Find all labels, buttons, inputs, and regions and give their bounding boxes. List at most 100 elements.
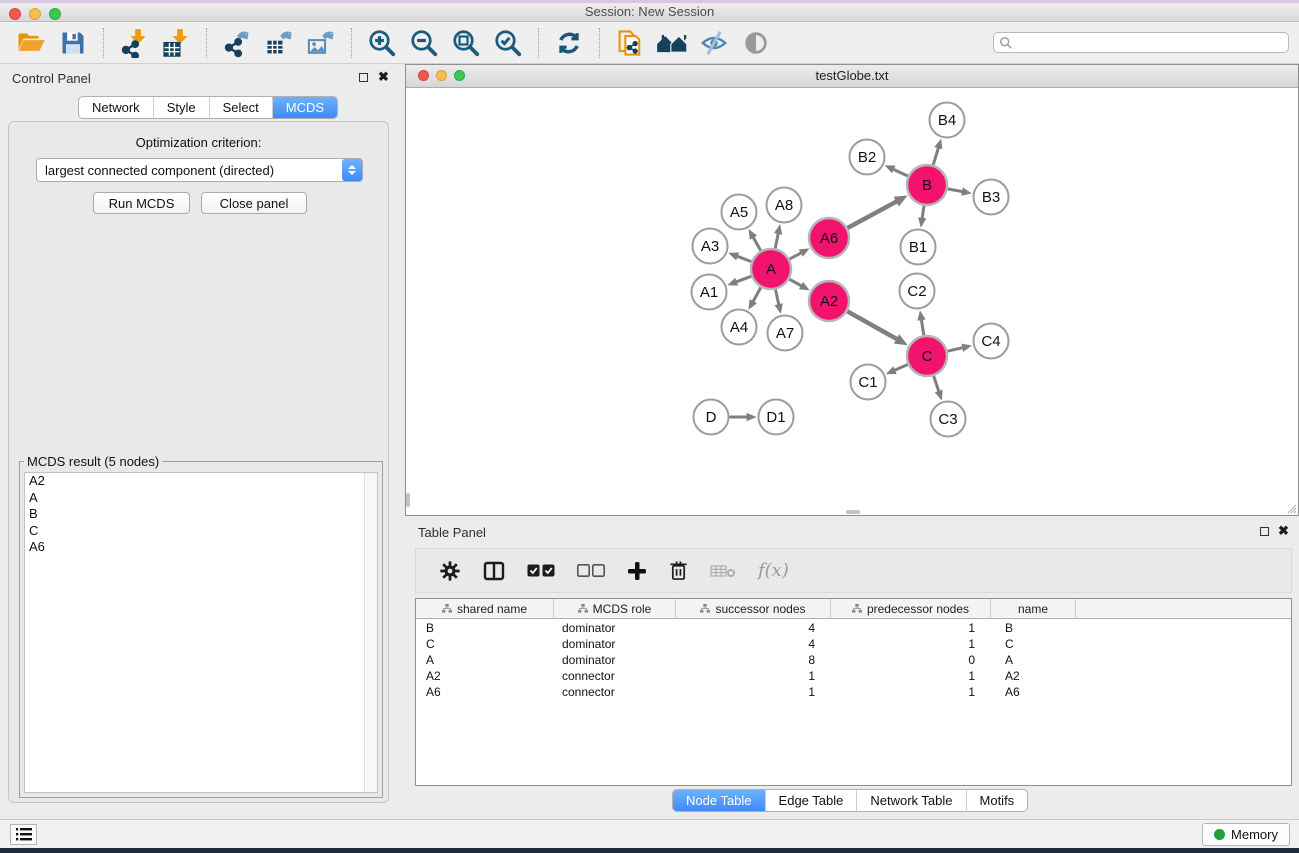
- table-cell[interactable]: 1: [831, 620, 991, 636]
- deselect-all-icon[interactable]: [577, 556, 605, 586]
- table-row[interactable]: A6connector11A6: [416, 684, 1291, 700]
- tab-select[interactable]: Select: [209, 97, 272, 118]
- table-cell[interactable]: 1: [676, 684, 831, 700]
- graph-edge[interactable]: [790, 252, 803, 259]
- tab-node-table[interactable]: Node Table: [673, 790, 765, 811]
- table-cell[interactable]: A6: [416, 684, 554, 700]
- table-row[interactable]: Adominator80A: [416, 652, 1291, 668]
- graphics-details-icon[interactable]: [740, 27, 772, 59]
- graph-node-B1[interactable]: B1: [901, 230, 936, 265]
- column-header-successor-nodes[interactable]: successor nodes: [676, 599, 831, 618]
- table-cell[interactable]: dominator: [554, 652, 676, 668]
- graph-edge[interactable]: [892, 169, 908, 176]
- function-builder-icon[interactable]: f(x): [758, 556, 789, 586]
- graph-edge[interactable]: [933, 146, 939, 165]
- open-session-icon[interactable]: [15, 27, 47, 59]
- hide-annotations-icon[interactable]: [698, 27, 730, 59]
- graph-edge[interactable]: [922, 206, 924, 220]
- graph-node-A8[interactable]: A8: [767, 188, 802, 223]
- result-item[interactable]: B: [25, 506, 377, 523]
- graph-node-C3[interactable]: C3: [931, 402, 966, 437]
- table-cell[interactable]: A6: [991, 684, 1076, 700]
- graph-node-A7[interactable]: A7: [768, 316, 803, 351]
- home-icon[interactable]: [656, 27, 688, 59]
- select-all-icon[interactable]: [527, 556, 555, 586]
- graph-node-D1[interactable]: D1: [759, 400, 794, 435]
- table-cell[interactable]: A2: [416, 668, 554, 684]
- graph-node-D[interactable]: D: [694, 400, 729, 435]
- table-cell[interactable]: connector: [554, 684, 676, 700]
- export-image-icon[interactable]: [305, 27, 337, 59]
- delete-table-icon[interactable]: [710, 556, 736, 586]
- network-vertical-scrollbar[interactable]: [406, 493, 410, 507]
- table-cell[interactable]: dominator: [554, 636, 676, 652]
- table-cell[interactable]: A2: [991, 668, 1076, 684]
- result-item[interactable]: A6: [25, 539, 377, 556]
- graph-node-B[interactable]: B: [907, 165, 947, 205]
- graph-node-A4[interactable]: A4: [722, 310, 757, 345]
- export-table-icon[interactable]: [263, 27, 295, 59]
- search-box[interactable]: [993, 32, 1289, 53]
- result-item[interactable]: A: [25, 490, 377, 507]
- duplicate-network-icon[interactable]: [614, 27, 646, 59]
- control-panel-close-icon[interactable]: ✖: [378, 72, 389, 82]
- graph-edge[interactable]: [847, 311, 898, 340]
- column-header-name[interactable]: name: [991, 599, 1076, 618]
- node-table[interactable]: shared nameMCDS rolesuccessor nodesprede…: [415, 598, 1292, 786]
- result-list-scrollbar[interactable]: [364, 473, 377, 792]
- close-panel-button[interactable]: Close panel: [201, 192, 307, 214]
- tab-network[interactable]: Network: [79, 97, 153, 118]
- graph-edge[interactable]: [752, 287, 761, 303]
- close-window-button[interactable]: [9, 8, 21, 20]
- table-cell[interactable]: 1: [831, 636, 991, 652]
- table-panel-close-icon[interactable]: ✖: [1278, 526, 1289, 536]
- table-cell[interactable]: B: [416, 620, 554, 636]
- network-close-button[interactable]: [418, 70, 429, 81]
- result-item[interactable]: C: [25, 523, 377, 540]
- split-view-icon[interactable]: [483, 556, 505, 586]
- table-row[interactable]: Bdominator41B: [416, 620, 1291, 636]
- table-cell[interactable]: B: [991, 620, 1076, 636]
- import-table-icon[interactable]: [160, 27, 192, 59]
- search-input[interactable]: [1013, 36, 1288, 50]
- zoom-fit-icon[interactable]: [450, 27, 482, 59]
- table-cell[interactable]: 0: [831, 652, 991, 668]
- table-cell[interactable]: 1: [831, 684, 991, 700]
- column-header-MCDS-role[interactable]: MCDS role: [554, 599, 676, 618]
- graph-node-A5[interactable]: A5: [722, 195, 757, 230]
- graph-edge[interactable]: [775, 232, 778, 248]
- table-panel-float-icon[interactable]: [1260, 527, 1269, 536]
- graph-node-C2[interactable]: C2: [900, 274, 935, 309]
- table-cell[interactable]: C: [991, 636, 1076, 652]
- zoom-selected-icon[interactable]: [492, 27, 524, 59]
- table-cell[interactable]: 1: [676, 668, 831, 684]
- column-header-predecessor-nodes[interactable]: predecessor nodes: [831, 599, 991, 618]
- graph-edge[interactable]: [735, 276, 752, 282]
- table-row[interactable]: A2connector11A2: [416, 668, 1291, 684]
- graph-edge[interactable]: [775, 290, 779, 307]
- graph-node-A3[interactable]: A3: [693, 229, 728, 264]
- graph-edge[interactable]: [934, 376, 940, 393]
- resize-grip-icon[interactable]: [1285, 502, 1297, 514]
- graph-edge[interactable]: [847, 201, 898, 228]
- tab-network-table[interactable]: Network Table: [856, 790, 965, 811]
- network-minimize-button[interactable]: [436, 70, 447, 81]
- graph-node-A6[interactable]: A6: [809, 218, 849, 258]
- network-maximize-button[interactable]: [454, 70, 465, 81]
- table-cell[interactable]: C: [416, 636, 554, 652]
- criterion-dropdown[interactable]: largest connected component (directed): [36, 158, 363, 182]
- graph-node-C1[interactable]: C1: [851, 365, 886, 400]
- graph-edge[interactable]: [893, 364, 908, 370]
- graph-node-A1[interactable]: A1: [692, 275, 727, 310]
- tab-style[interactable]: Style: [153, 97, 209, 118]
- graph-node-B3[interactable]: B3: [974, 180, 1009, 215]
- table-settings-icon[interactable]: [439, 556, 461, 586]
- table-cell[interactable]: dominator: [554, 620, 676, 636]
- table-cell[interactable]: 4: [676, 636, 831, 652]
- add-column-icon[interactable]: [627, 556, 647, 586]
- table-cell[interactable]: 4: [676, 620, 831, 636]
- graph-edge[interactable]: [948, 189, 964, 192]
- import-network-icon[interactable]: [118, 27, 150, 59]
- network-horizontal-scrollbar[interactable]: [846, 510, 860, 514]
- graph-edge[interactable]: [736, 256, 752, 262]
